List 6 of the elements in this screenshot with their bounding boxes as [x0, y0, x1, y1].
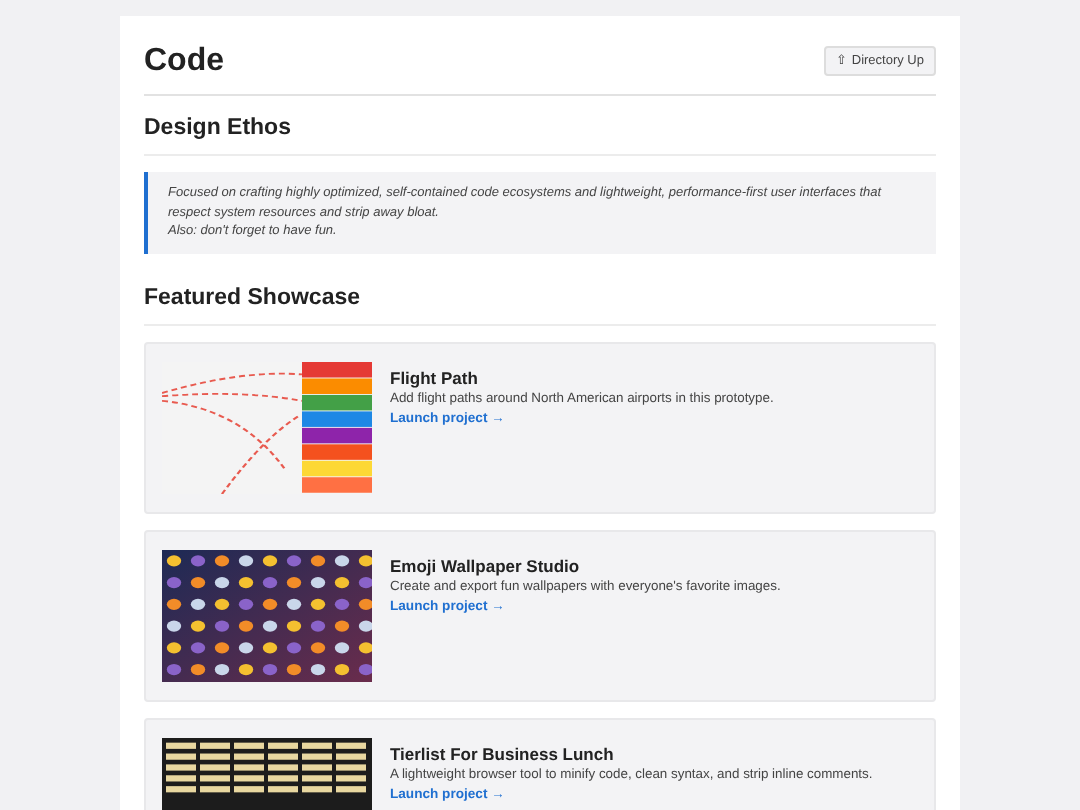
- project-title: Flight Path: [390, 368, 480, 389]
- page-title: Code: [144, 42, 224, 81]
- section-heading: Design Ethos: [144, 116, 293, 144]
- section-heading: Featured Showcase: [144, 286, 363, 315]
- project-title: Tierlist For Business Lunch: [390, 744, 616, 765]
- project-title: Emoji Wallpaper Studio: [390, 556, 582, 577]
